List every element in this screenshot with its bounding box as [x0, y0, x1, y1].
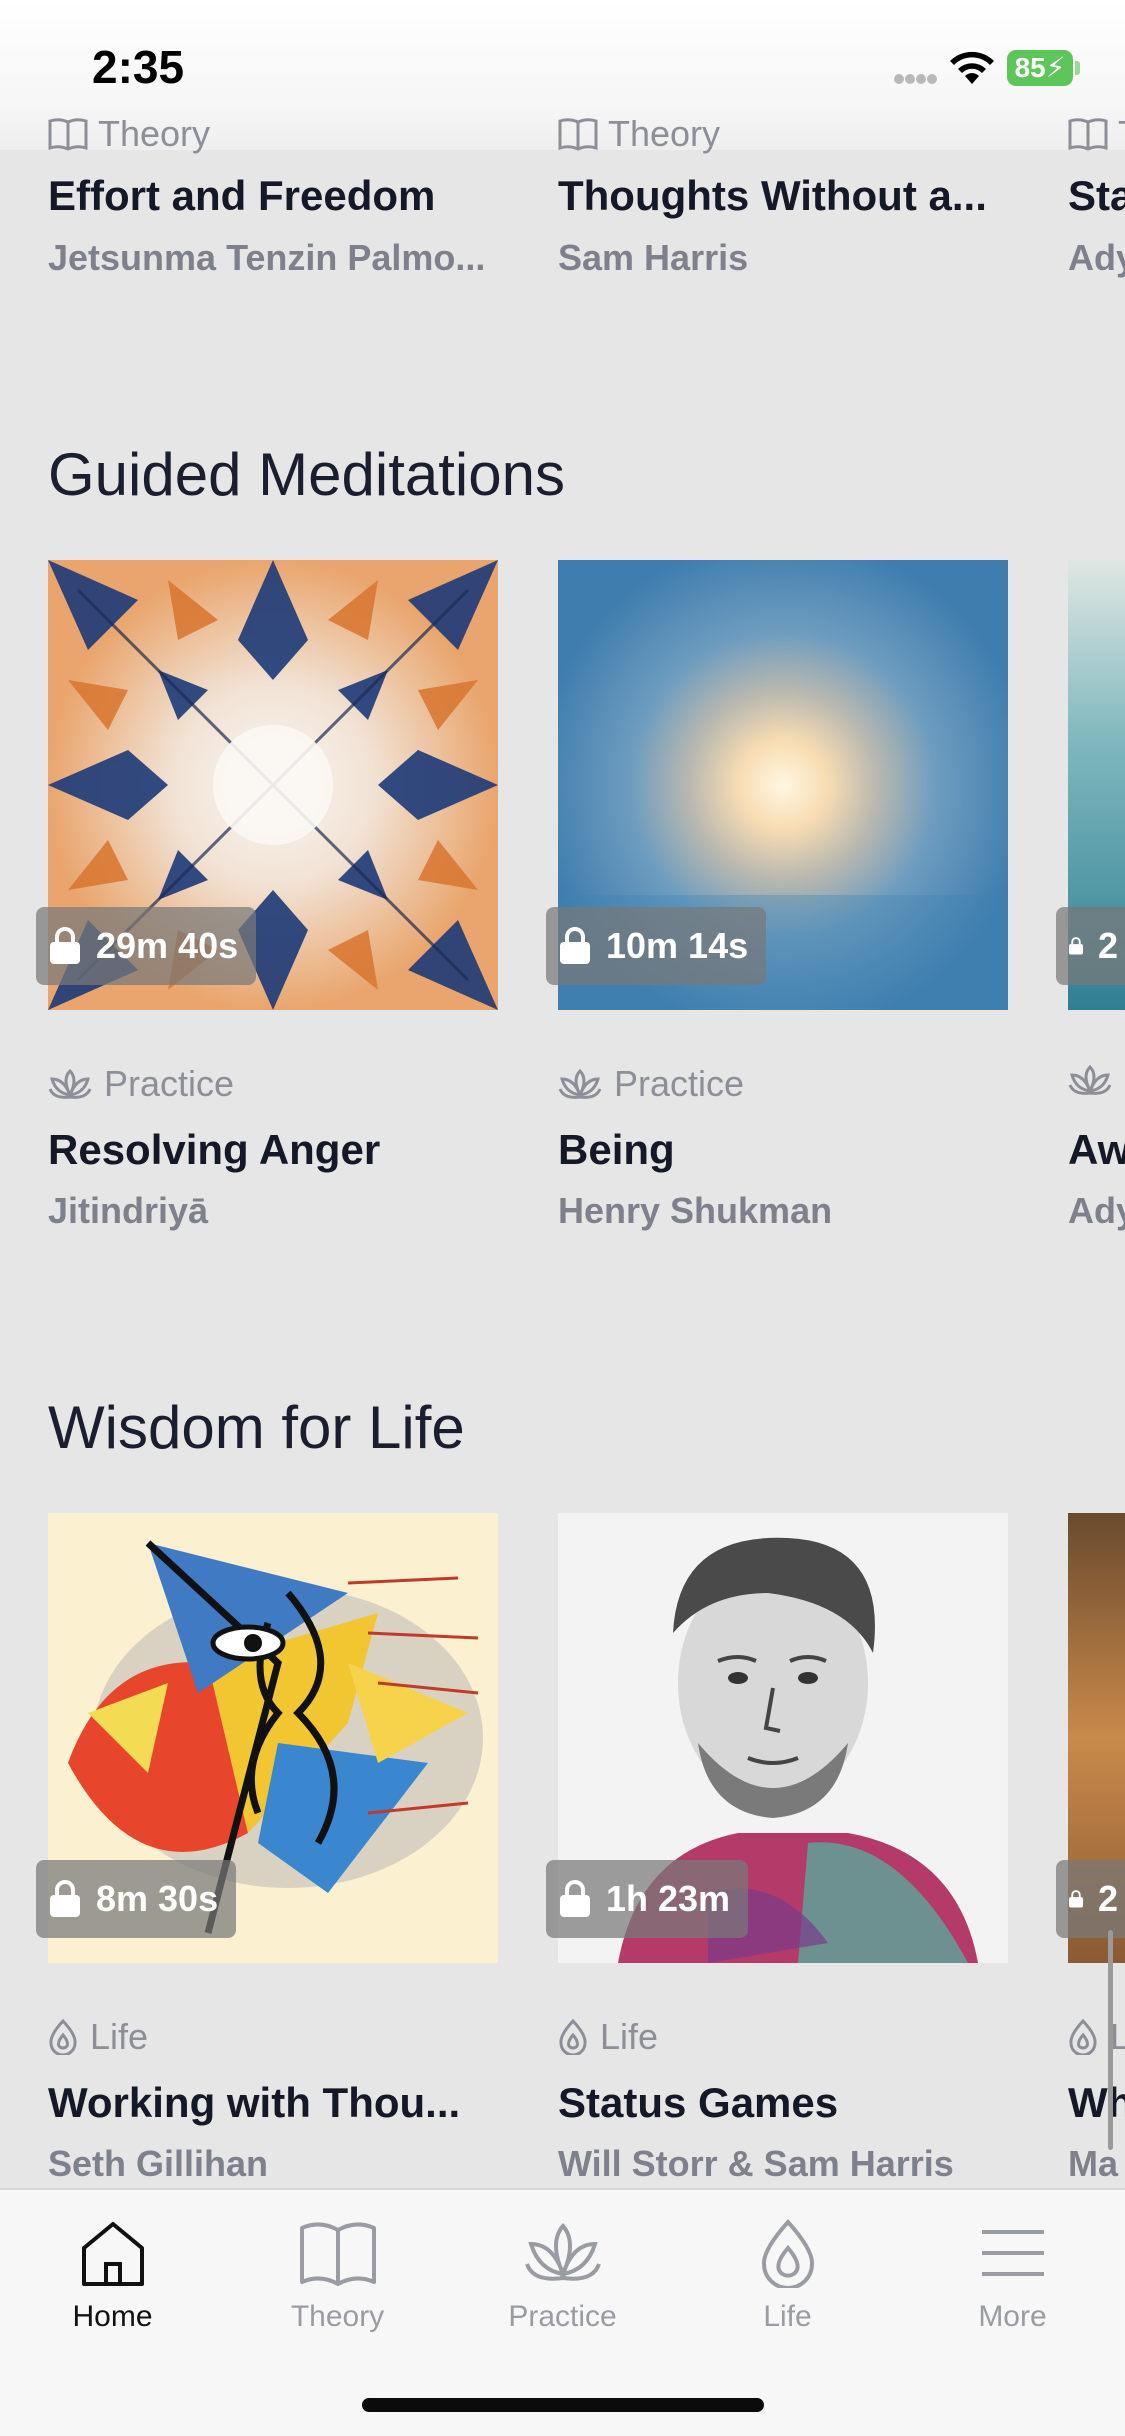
card-category: Life — [558, 2016, 658, 2058]
tab-practice[interactable]: Practice — [450, 2218, 675, 2358]
card-title: Working with Thou... — [48, 2079, 461, 2126]
card-author: Sam Harris — [558, 237, 749, 278]
drop-icon — [49, 2019, 77, 2055]
lotus-icon — [48, 1068, 92, 1099]
lotus-icon — [524, 2222, 601, 2281]
drop-icon — [1069, 2019, 1097, 2055]
card-title: Aw — [1068, 1126, 1125, 1173]
card-category: Practice — [558, 1063, 744, 1105]
tab-theory[interactable]: Theory — [225, 2218, 450, 2358]
duration-badge: 2 — [1056, 1860, 1125, 1938]
section-title: Wisdom for Life — [48, 1394, 465, 1461]
duration-badge: 29m 40s — [36, 907, 257, 985]
lock-icon — [50, 1880, 80, 1917]
duration-badge: 1h 23m — [546, 1860, 749, 1938]
card-author: Henry Shukman — [558, 1190, 833, 1231]
tab-home[interactable]: Home — [0, 2218, 225, 2358]
card-author: Seth Gillihan — [48, 2143, 269, 2184]
battery-icon: 85⚡ — [1007, 50, 1073, 86]
book-icon — [558, 118, 598, 151]
scroll-indicator — [1108, 1930, 1113, 2150]
menu-icon — [981, 2230, 1044, 2276]
lock-icon — [560, 927, 590, 964]
home-icon — [81, 2222, 144, 2286]
book-icon — [299, 2222, 376, 2286]
book-icon — [48, 118, 88, 151]
lock-icon — [1068, 1890, 1084, 1908]
battery-nub — [1075, 61, 1080, 75]
card-title: Being — [558, 1126, 675, 1173]
lock-icon — [1068, 937, 1084, 955]
lock-icon — [560, 1880, 590, 1917]
tab-more[interactable]: More — [900, 2218, 1125, 2358]
card-title: Resolving Anger — [48, 1126, 381, 1173]
card-title: Wh — [1068, 2079, 1125, 2126]
duration-badge: 8m 30s — [36, 1860, 237, 1938]
card-title: Effort and Freedom — [48, 172, 436, 219]
card-title: Thoughts Without a... — [558, 172, 987, 219]
duration-badge: 2 — [1056, 907, 1125, 985]
card-author: Ady — [1068, 237, 1125, 278]
tab-life[interactable]: Life — [675, 2218, 900, 2358]
card-category: Practice — [48, 1063, 234, 1105]
card-category: Life — [48, 2016, 148, 2058]
card-category: T — [1068, 113, 1125, 155]
card-author: Ady — [1068, 1190, 1125, 1231]
lotus-icon — [558, 1068, 602, 1099]
card-author: Jetsunma Tenzin Palmo... — [48, 237, 486, 278]
drop-icon — [761, 2218, 814, 2288]
tab-label: Home — [72, 2300, 153, 2333]
status-time: 2:35 — [92, 41, 185, 93]
card-author: Jitindriyā — [48, 1190, 209, 1231]
duration-badge: 10m 14s — [546, 907, 767, 985]
card-category: L — [1068, 2016, 1125, 2058]
card-title: Status Games — [558, 2079, 839, 2126]
lotus-icon — [1068, 1064, 1112, 1095]
tab-label: Practice — [508, 2300, 617, 2333]
card-author: Will Storr & Sam Harris — [558, 2143, 954, 2184]
cellular-signal-icon — [894, 74, 937, 84]
card-title: Sta — [1068, 172, 1125, 219]
section-title: Guided Meditations — [48, 441, 565, 508]
tab-label: Theory — [290, 2300, 385, 2333]
drop-icon — [559, 2019, 587, 2055]
card-author: Ma — [1068, 2143, 1119, 2184]
lock-icon — [50, 927, 80, 964]
card-category: Theory — [558, 113, 720, 155]
tab-label: More — [978, 2300, 1047, 2333]
card-category — [1068, 1063, 1112, 1097]
card-category: Theory — [48, 113, 210, 155]
tab-label: Life — [763, 2300, 812, 2333]
home-indicator[interactable] — [362, 2398, 764, 2412]
book-icon — [1068, 118, 1108, 151]
wifi-icon — [950, 51, 994, 84]
